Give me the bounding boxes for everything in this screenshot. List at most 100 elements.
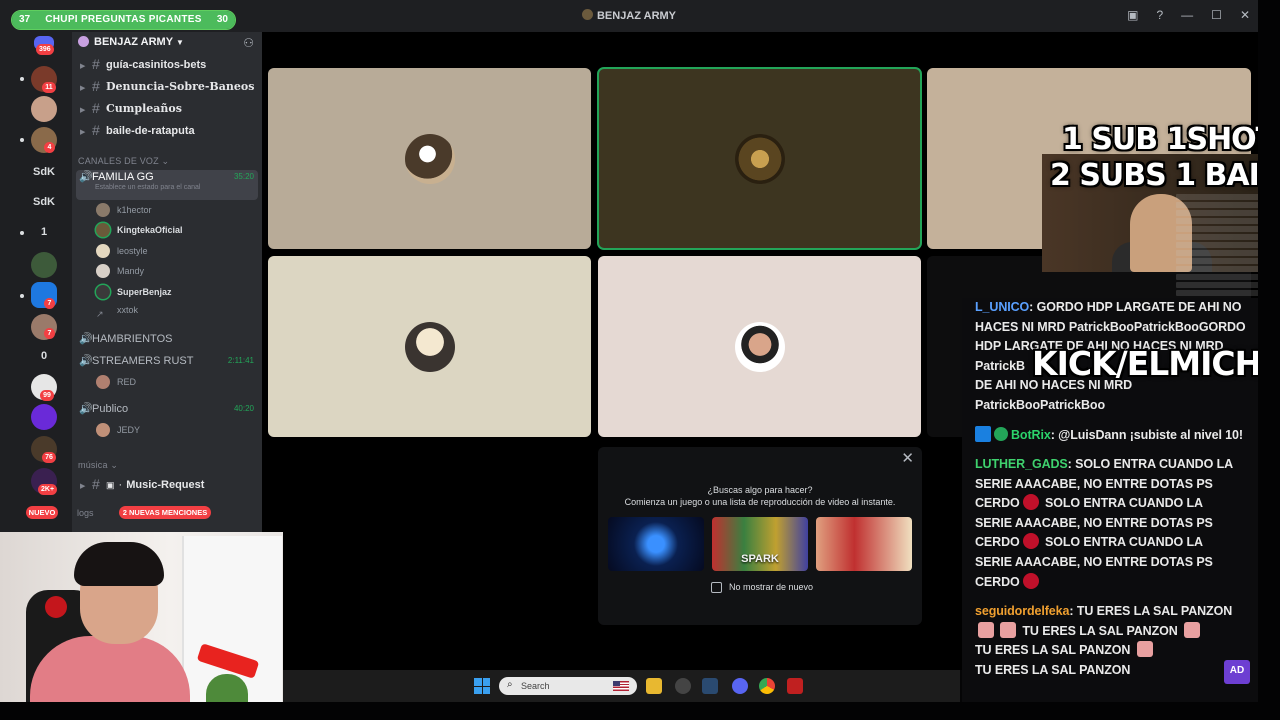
rail-unread-pip xyxy=(20,231,24,235)
server-text-icon[interactable]: 0 xyxy=(30,350,58,362)
channel-item[interactable]: ▶ # guía-casinitos-bets xyxy=(80,56,256,76)
windows-taskbar: ⌕ Search xyxy=(262,670,960,702)
mentions-pill[interactable]: 2 NUEVAS MENCIONES xyxy=(119,506,211,519)
server-icon[interactable] xyxy=(31,96,57,122)
server-icon[interactable] xyxy=(31,252,57,278)
plant xyxy=(206,674,248,704)
close-icon[interactable]: ✕ xyxy=(1240,8,1250,22)
frame-edge xyxy=(0,702,1280,720)
chat-text: SERIE AAACABE, NO ENTRE DOTAS PS xyxy=(975,515,1213,530)
ad-logo: AD xyxy=(1224,660,1250,684)
activity-suggestion-popup: ✕ ¿Buscas algo para hacer? Comienza un j… xyxy=(598,447,922,625)
hash-icon: # xyxy=(92,122,100,138)
voice-channel[interactable]: 🔊Publico 40:20 xyxy=(76,402,258,422)
chrome-icon[interactable] xyxy=(759,678,775,694)
channel-item[interactable]: ▶ # Cumpleaños xyxy=(80,100,256,120)
activity-card[interactable] xyxy=(816,517,912,571)
voice-channel-active[interactable]: 🔊FAMILIA GG 35:20 Establece un estado pa… xyxy=(76,170,258,200)
chat-text: PatrickB xyxy=(975,358,1025,373)
app-icon[interactable] xyxy=(787,678,803,694)
goal-target: 30 xyxy=(216,14,228,25)
server-rail: 396 11 4 SdK SdK 1 7 7 0 99 76 2K+ xyxy=(0,32,72,532)
invite-icon[interactable]: ⚇ xyxy=(243,36,254,50)
minimize-icon[interactable]: — xyxy=(1181,8,1193,22)
member-name: RED xyxy=(117,377,137,387)
new-unread-pill[interactable]: NUEVO xyxy=(26,506,58,519)
avatar xyxy=(404,321,455,372)
voice-member[interactable]: k1hector xyxy=(96,203,256,221)
emote-icon xyxy=(1000,621,1016,638)
maximize-icon[interactable]: ☐ xyxy=(1211,8,1222,22)
file-explorer-icon[interactable] xyxy=(646,678,662,694)
help-icon[interactable]: ? xyxy=(1156,8,1163,22)
dont-show-again-checkbox[interactable] xyxy=(711,582,722,593)
voice-channel-status[interactable]: Establece un estado para el canal xyxy=(95,184,200,191)
voice-channel-time: 40:20 xyxy=(233,404,254,413)
rail-badge: 99 xyxy=(40,390,54,401)
voice-member[interactable]: leostyle xyxy=(96,244,256,262)
webcam-chair-logo xyxy=(45,596,67,618)
steam-icon[interactable] xyxy=(702,678,718,694)
server-text-icon[interactable]: SdK xyxy=(30,196,58,208)
close-icon[interactable]: ✕ xyxy=(901,449,914,467)
voice-member[interactable]: SuperBenjaz xyxy=(96,285,256,303)
chevron-down-icon: ▼ xyxy=(176,38,184,47)
inbox-icon[interactable]: ▣ xyxy=(1127,8,1138,22)
speaker-icon: 🔊 xyxy=(76,355,93,367)
kick-overlay: KICK/ELMICHIJ xyxy=(1032,344,1280,383)
voice-channel[interactable]: 🔊HAMBRIENTOS xyxy=(76,332,258,352)
voice-channel[interactable]: 🔊STREAMERS RUST 2:11:41 xyxy=(76,354,258,374)
flag-icon xyxy=(613,681,629,691)
member-name: KingtekaOficial xyxy=(117,225,183,235)
voice-member[interactable]: Mandy xyxy=(96,264,256,282)
avatar xyxy=(96,223,110,237)
dont-show-again-label: No mostrar de nuevo xyxy=(729,582,814,592)
voice-member[interactable]: RED xyxy=(96,375,256,393)
participant-tile-speaking[interactable] xyxy=(597,67,922,250)
window-title-text: BENJAZ ARMY xyxy=(596,10,677,22)
participant-tile[interactable] xyxy=(268,68,591,249)
participant-tile[interactable] xyxy=(598,256,921,437)
chat-text: HACES NI MRD PatrickBooPatrickBooGORDO xyxy=(975,319,1246,334)
chat-text: TU ERES LA SAL PANZON xyxy=(975,643,1131,658)
chat-text: CERDO xyxy=(975,496,1020,511)
discord-icon[interactable] xyxy=(732,678,748,694)
hash-icon: # xyxy=(92,476,100,492)
hash-icon: # xyxy=(92,100,100,116)
emote-icon xyxy=(1136,641,1153,658)
chevron-right-icon: ▶ xyxy=(80,85,86,92)
avatar xyxy=(96,264,110,278)
voice-member[interactable]: KingtekaOficial xyxy=(96,223,256,241)
member-name: SuperBenjaz xyxy=(117,287,172,297)
channel-item[interactable]: ▶ # baile-de-rataputa xyxy=(80,122,256,142)
activity-card[interactable]: SPARK xyxy=(712,517,808,571)
verified-icon xyxy=(994,427,1008,441)
avatar xyxy=(734,321,785,372)
recorder-icon[interactable] xyxy=(675,678,691,694)
category-music[interactable]: música ⌄ xyxy=(78,460,118,471)
emote-icon xyxy=(1022,494,1039,511)
server-icon[interactable] xyxy=(31,404,57,430)
voice-channel-name: FAMILIA GG xyxy=(92,171,154,183)
taskbar-search[interactable]: ⌕ Search xyxy=(499,677,637,695)
server-header[interactable]: BENJAZ ARMY ▼ xyxy=(78,36,258,56)
activity-card[interactable] xyxy=(608,517,704,571)
category-label: CANALES DE VOZ xyxy=(78,156,159,166)
server-text-icon[interactable]: 1 xyxy=(30,226,58,238)
voice-member[interactable]: JEDY xyxy=(96,423,256,441)
hash-icon: # xyxy=(92,56,100,72)
logs-category[interactable]: logs xyxy=(77,508,94,518)
participant-tile[interactable] xyxy=(268,256,591,437)
windows-start-icon[interactable] xyxy=(474,678,490,694)
server-text-icon[interactable]: SdK xyxy=(30,166,58,178)
channel-item[interactable]: ▶ # Denuncia-Sobre-Baneos xyxy=(80,78,256,98)
voice-member[interactable]: ↗ xxtok xyxy=(96,305,256,323)
chat-text: TU ERES LA SAL PANZON xyxy=(1076,604,1233,618)
member-name: k1hector xyxy=(117,205,152,215)
channel-item[interactable]: ▶ # ▣ · Music-Request xyxy=(80,476,256,496)
rail-badge: 7 xyxy=(44,328,55,339)
rail-badge: 7 xyxy=(44,298,55,309)
chat-username: LUTHER_GADS xyxy=(975,457,1068,471)
category-voice[interactable]: CANALES DE VOZ ⌄ xyxy=(78,156,169,167)
chat-text: CERDO xyxy=(975,574,1020,589)
